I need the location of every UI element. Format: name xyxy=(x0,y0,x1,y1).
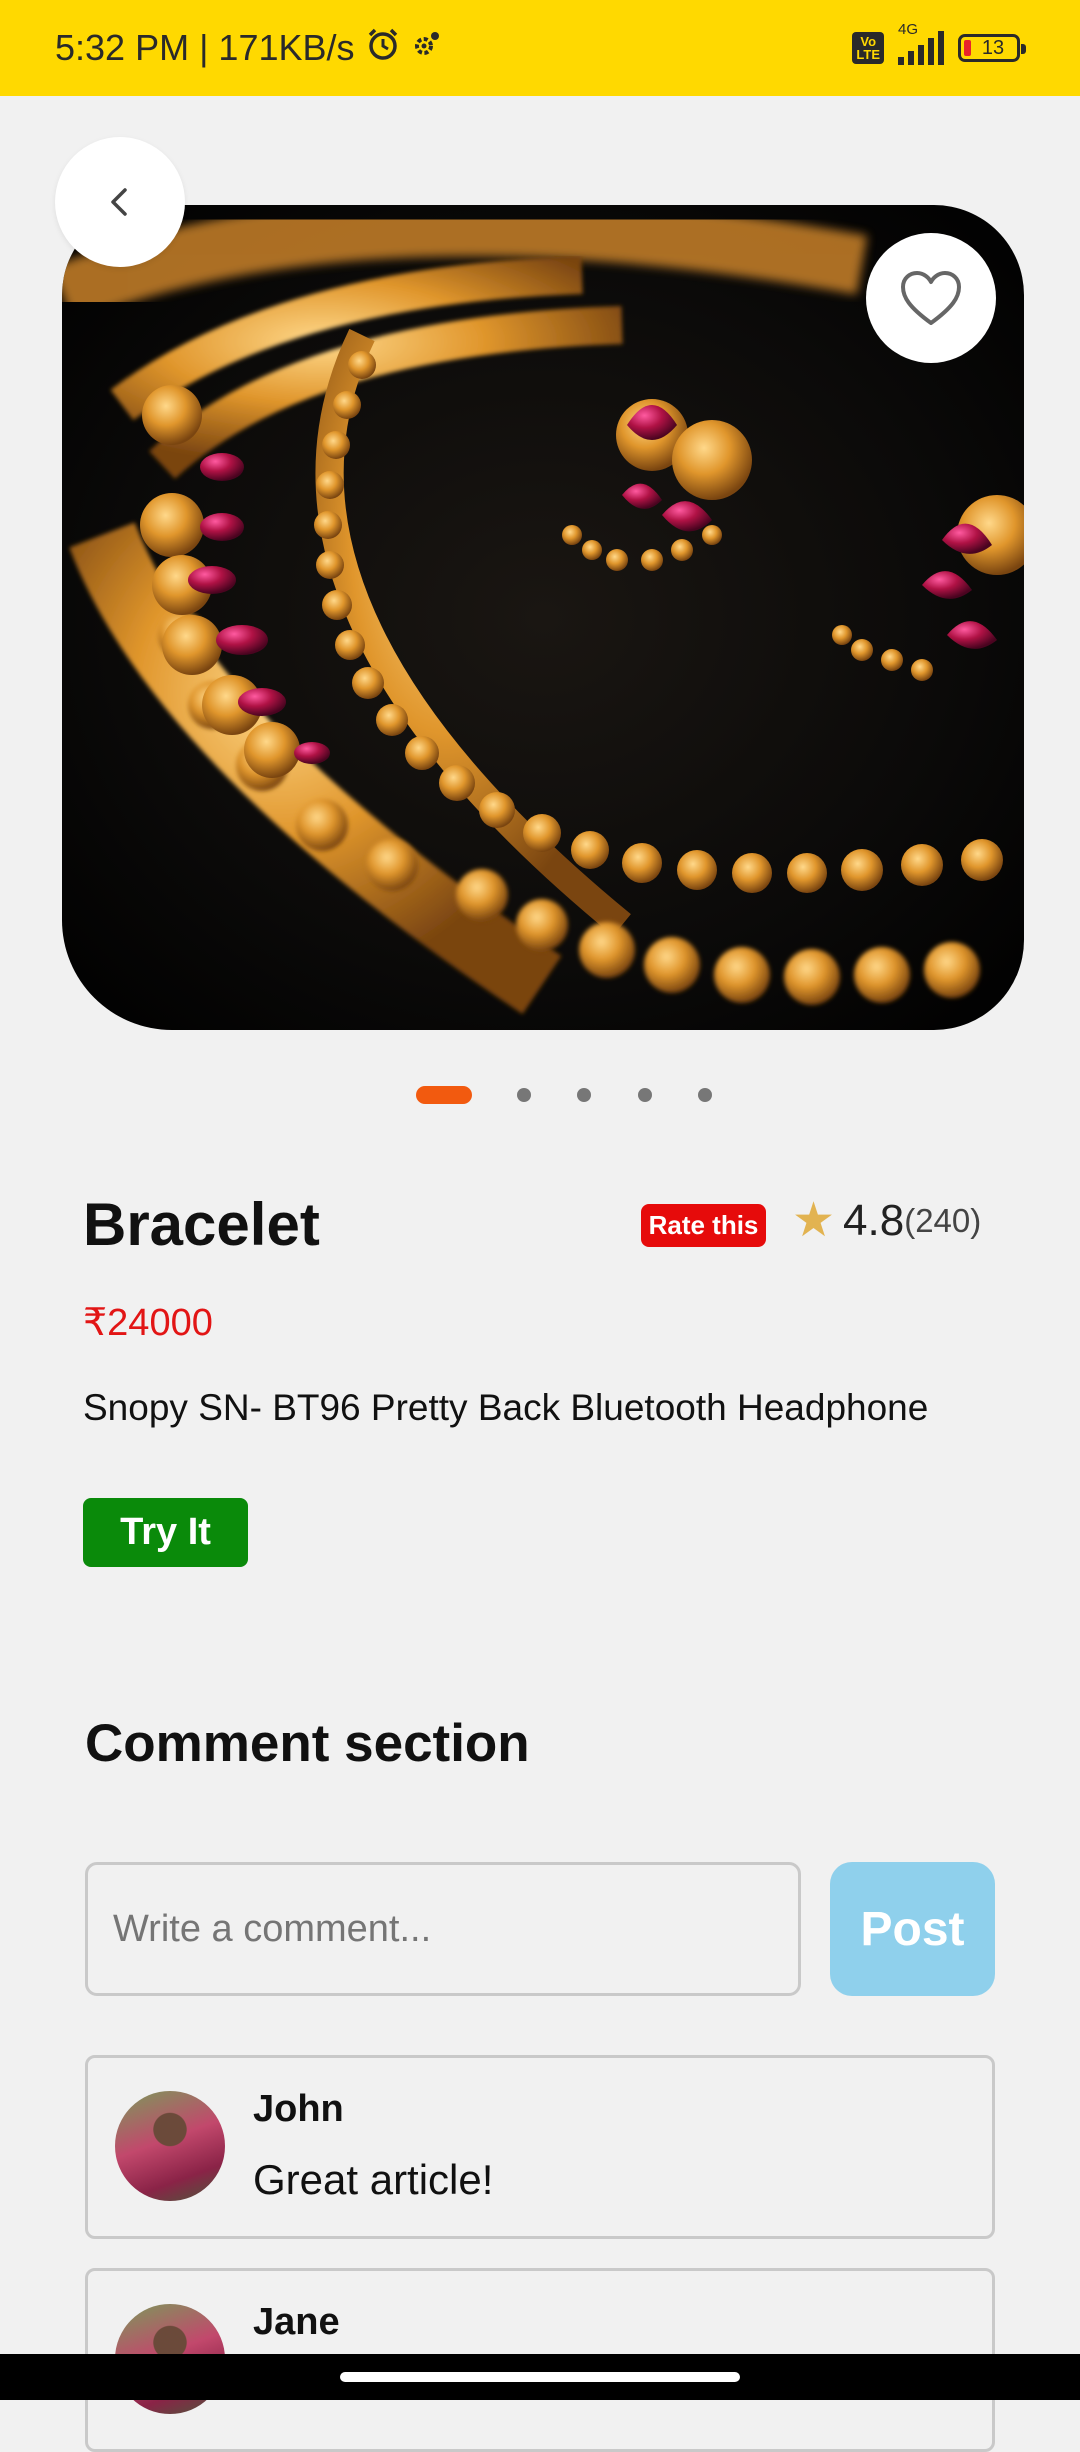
star-icon: ★ xyxy=(792,1194,836,1247)
comment-author: John xyxy=(253,2088,344,2130)
settings-gear-icon xyxy=(411,27,443,69)
carousel-dot-active[interactable] xyxy=(416,1086,472,1104)
comment-section-heading: Comment section xyxy=(85,1714,530,1773)
favorite-button[interactable] xyxy=(866,233,996,363)
chevron-left-icon xyxy=(111,188,127,216)
status-bar: 5:32 PM | 171KB/s Vo LTE 4G 13 xyxy=(0,0,1080,96)
status-right: Vo LTE 4G 13 xyxy=(852,0,1026,96)
rating-value: 4.8 xyxy=(843,1196,905,1245)
carousel-dot[interactable] xyxy=(698,1088,712,1102)
post-button[interactable]: Post xyxy=(830,1862,995,1996)
comment-author: Jane xyxy=(253,2301,340,2343)
product-price: ₹24000 xyxy=(83,1302,213,1344)
battery-level: 13 xyxy=(981,36,1005,59)
home-gesture-handle[interactable] xyxy=(340,2372,740,2382)
product-rating: ★ 4.8 (240) xyxy=(792,1196,981,1246)
carousel-indicator xyxy=(0,1085,1080,1105)
rate-this-button[interactable]: Rate this xyxy=(641,1204,766,1247)
carousel-dot[interactable] xyxy=(638,1088,652,1102)
system-navigation-bar xyxy=(0,2354,1080,2400)
status-time-speed: 5:32 PM | 171KB/s xyxy=(55,27,355,68)
alarm-icon xyxy=(365,26,401,71)
rating-count: (240) xyxy=(904,1202,982,1239)
product-description: Snopy SN- BT96 Pretty Back Bluetooth Hea… xyxy=(83,1387,929,1428)
carousel-dot[interactable] xyxy=(577,1088,591,1102)
product-title: Bracelet xyxy=(83,1191,320,1258)
try-it-button[interactable]: Try It xyxy=(83,1498,248,1567)
comment-input[interactable] xyxy=(85,1862,801,1996)
avatar xyxy=(115,2091,225,2201)
comment-card: John Great article! xyxy=(85,2055,995,2239)
status-left: 5:32 PM | 171KB/s xyxy=(55,0,443,96)
heart-icon xyxy=(901,271,961,325)
back-button[interactable] xyxy=(55,137,185,267)
signal-icon: 4G xyxy=(898,21,944,65)
carousel-dot[interactable] xyxy=(517,1088,531,1102)
volte-icon: Vo LTE xyxy=(852,32,884,64)
comment-text: Great article! xyxy=(253,2156,494,2203)
network-type: 4G xyxy=(898,21,919,38)
battery-icon: 13 xyxy=(958,34,1026,62)
